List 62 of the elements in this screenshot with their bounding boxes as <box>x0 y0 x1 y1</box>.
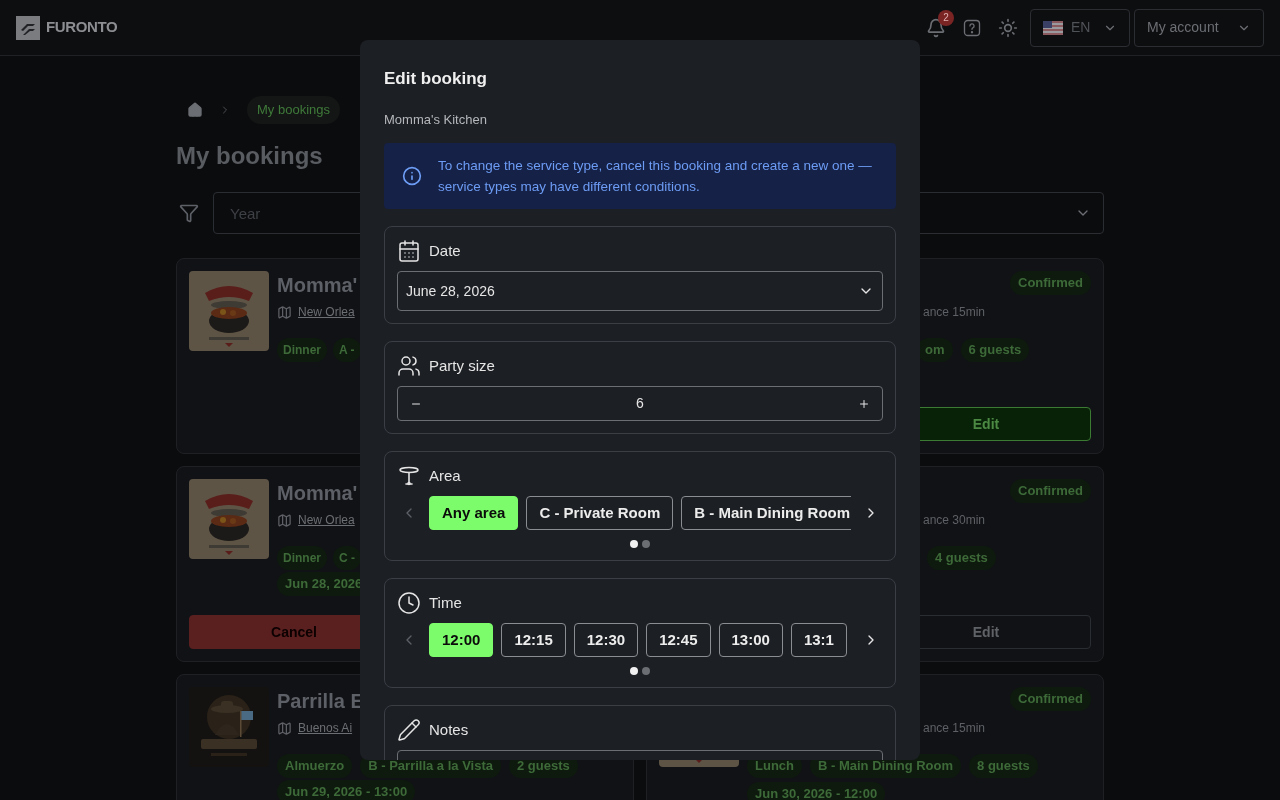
location-link[interactable]: New Orlea <box>298 511 355 529</box>
status-badge: Confirmed <box>1010 479 1091 503</box>
tag: Dinner <box>277 338 327 362</box>
tag: Jun 29, 2026 - 13:00 <box>277 780 416 800</box>
option-chip[interactable]: 13:1 <box>790 623 847 657</box>
restaurant-name: Momma's Kitchen <box>384 110 488 129</box>
section-label: Party size <box>429 355 495 376</box>
booking-details: ance 15min <box>923 720 987 737</box>
party-size-stepper[interactable]: 6 <box>397 386 883 421</box>
status-badge: Confirmed <box>1010 271 1091 295</box>
info-icon <box>402 166 422 186</box>
breadcrumb-link[interactable]: My bookings <box>247 96 340 124</box>
page-title: My bookings <box>176 141 323 171</box>
date-select[interactable]: June 28, 2026 <box>397 271 883 311</box>
clock-icon <box>397 591 421 615</box>
tag: 4 guests <box>927 546 996 570</box>
help-icon[interactable] <box>962 17 982 38</box>
account-menu[interactable]: My account <box>1134 8 1264 47</box>
notification-badge: 2 <box>938 9 954 26</box>
tag: Jun 30, 2026 - 12:00 <box>747 782 886 800</box>
option-chip[interactable]: C - Private Room <box>526 496 674 530</box>
tag: Dinner <box>277 546 327 570</box>
tag: 8 guests <box>969 754 1038 778</box>
info-banner: To change the service type, cancel this booking and create a new one — service types may have different conditions. <box>384 143 896 209</box>
logo-text: FURONTO <box>46 17 118 38</box>
booking-details: ance 30min <box>923 512 987 529</box>
restaurant-name: Momma' <box>277 481 359 505</box>
tag: A - <box>333 338 361 362</box>
dialog-title: Edit booking <box>384 68 488 90</box>
section-label: Notes <box>429 719 469 740</box>
flag-icon <box>1043 20 1063 35</box>
option-chip[interactable]: Any area <box>429 496 519 530</box>
tag: 6 guests <box>960 338 1030 362</box>
option-chip[interactable]: 12:45 <box>646 623 711 657</box>
option-chip[interactable]: B - Main Dining Room <box>681 496 851 530</box>
map-icon <box>277 304 292 320</box>
location-link[interactable]: New Orlea <box>298 303 355 321</box>
filter-icon <box>179 203 199 223</box>
tag: Almuerzo <box>277 754 353 778</box>
restaurant-name: Momma' <box>277 273 359 297</box>
party-size-value: 6 <box>636 394 644 413</box>
table-icon <box>397 464 421 488</box>
plus-icon[interactable] <box>858 397 870 410</box>
users-icon <box>397 354 421 378</box>
section-label: Time <box>429 592 462 613</box>
section-label: Area <box>429 465 461 486</box>
map-icon <box>277 720 292 736</box>
option-chip[interactable]: 12:15 <box>501 623 566 657</box>
option-chip[interactable]: 12:30 <box>573 623 639 657</box>
calendar-icon <box>397 239 421 263</box>
section-label: Date <box>429 240 461 261</box>
option-chip[interactable]: 13:00 <box>718 623 783 657</box>
theme-icon[interactable] <box>998 17 1018 38</box>
option-chip[interactable]: 12:00 <box>429 623 494 657</box>
status-badge: Confirmed <box>1010 687 1091 711</box>
booking-details: ance 15min <box>923 304 987 321</box>
location-link[interactable]: Buenos Ai <box>298 719 353 737</box>
home-icon[interactable] <box>187 102 203 118</box>
map-icon <box>277 512 292 528</box>
tag: C - <box>333 546 361 570</box>
logo-icon <box>16 15 40 40</box>
pencil-icon <box>397 718 421 742</box>
